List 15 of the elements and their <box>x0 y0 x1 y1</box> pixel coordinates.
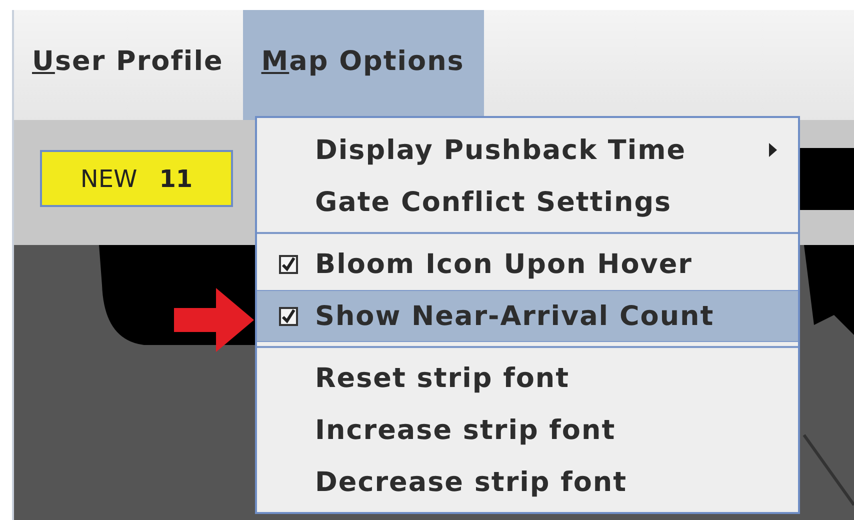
badge-count: 11 <box>159 164 193 192</box>
menu-item[interactable]: Show Near-Arrival Count <box>257 290 798 342</box>
menu-title[interactable]: User Profile <box>14 10 244 120</box>
badge-label: NEW <box>80 164 138 192</box>
menu-item[interactable]: Gate Conflict Settings <box>257 176 798 228</box>
menu-item[interactable]: Display Pushback Time <box>257 124 798 176</box>
menu-title[interactable]: Map Options <box>243 10 484 120</box>
submenu-arrow-icon <box>768 142 778 158</box>
menu-item[interactable]: Bloom Icon Upon Hover <box>257 238 798 290</box>
menu-item[interactable]: Decrease strip font <box>257 456 798 508</box>
menu-item[interactable]: Reset strip font <box>257 352 798 404</box>
pointer-arrow-icon <box>174 288 254 352</box>
checkbox-icon[interactable] <box>279 254 298 274</box>
menu-item[interactable]: Increase strip font <box>257 404 798 456</box>
checkbox-icon[interactable] <box>279 306 298 326</box>
